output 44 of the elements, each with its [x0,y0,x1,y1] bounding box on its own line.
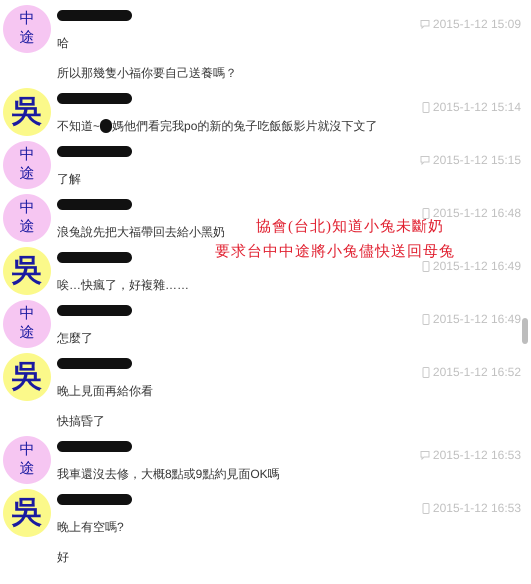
message-text: 哈 [57,36,69,50]
phone-icon [422,102,430,112]
message-text: 快搞昏了 [57,414,105,428]
chat-bubble-icon [420,19,430,29]
phone-icon [422,260,430,272]
avatar-text: 吳 [12,256,42,286]
message-text: 媽他們看完我po的新的兔子吃飯飯影片就沒下文了 [112,118,378,135]
phone-icon [422,314,430,324]
message-text: 好 [57,550,69,564]
timestamp: 2015-1-12 15:15 [432,153,521,167]
timestamp: 2015-1-12 15:09 [432,17,521,31]
chat-bubble-icon [420,450,430,460]
annotation-text: 協會(台北)知道小兔未斷奶 [256,218,444,236]
message-text: 了解 [57,172,81,186]
redaction-mark [100,119,112,133]
avatar-text: 吳 [12,362,42,392]
annotation-text: 要求台中中途將小兔儘快送回母兔 [215,243,455,261]
message-text: 浪兔說先把大福帶回去給小黑奶 [57,225,225,239]
avatar-text: 中途 [20,441,34,479]
message-text: 晚上有空嗎? [57,520,124,534]
phone-icon [422,502,430,514]
avatar-text: 中途 [20,305,34,343]
timestamp: 2015-1-12 16:49 [432,312,521,326]
timestamp: 2015-1-12 16:53 [432,501,521,515]
message-text: 怎麼了 [57,331,93,345]
avatar-text: 中途 [20,10,34,48]
avatar-text: 中途 [20,199,34,237]
message-text: 我車還沒去修，大概8點或9點約見面OK嗎 [57,467,280,481]
timestamp: 2015-1-12 16:48 [432,206,521,220]
avatar-text: 中途 [20,146,34,184]
avatar-text: 吳 [12,97,42,127]
message-text: 唉…快瘋了，好複雜…… [57,278,189,292]
chat-bubble-icon [420,155,430,165]
message-text: 晚上見面再給你看 [57,384,153,398]
timestamp: 2015-1-12 15:14 [432,100,521,114]
timestamp: 2015-1-12 16:53 [432,448,521,462]
timestamp: 2015-1-12 16:49 [432,259,521,273]
message-text: 不知道~ [57,118,100,135]
scrollbar-thumb[interactable] [522,318,528,344]
timestamp: 2015-1-12 16:52 [432,365,521,379]
message-text: 所以那幾隻小福你要自己送養嗎？ [57,66,237,80]
phone-icon [422,208,430,218]
avatar-text: 吳 [12,498,42,528]
phone-icon [422,366,430,378]
